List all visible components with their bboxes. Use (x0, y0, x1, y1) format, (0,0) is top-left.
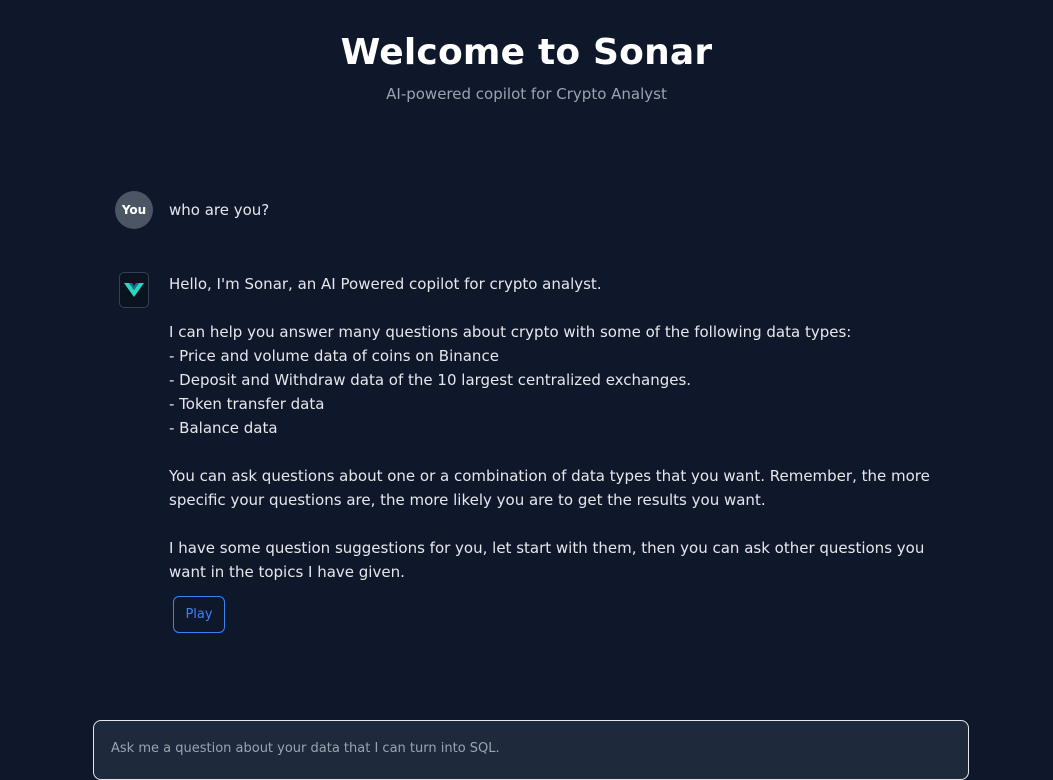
bot-line: Hello, I'm Sonar, an AI Powered copilot … (169, 275, 602, 293)
bot-line: - Balance data (169, 419, 278, 437)
user-message: You who are you? (115, 191, 945, 229)
page-header: Welcome to Sonar AI-powered copilot for … (0, 30, 1053, 104)
page-subtitle: AI-powered copilot for Crypto Analyst (386, 85, 667, 103)
page-title: Welcome to Sonar (340, 32, 713, 73)
bot-avatar (119, 272, 149, 308)
sonar-logo-icon (124, 283, 144, 297)
bot-line: You can ask questions about one or a com… (169, 467, 930, 509)
bot-line: - Price and volume data of coins on Bina… (169, 347, 499, 365)
question-input[interactable] (111, 738, 931, 758)
bot-line: - Token transfer data (169, 395, 325, 413)
user-avatar: You (115, 191, 153, 229)
chat-input-box (93, 720, 969, 780)
bot-message-body: Hello, I'm Sonar, an AI Powered copilot … (169, 272, 945, 584)
user-message-text: who are you? (169, 201, 270, 219)
bot-line: - Deposit and Withdraw data of the 10 la… (169, 371, 692, 389)
bot-line: I can help you answer many questions abo… (169, 323, 852, 341)
bot-line: I have some question suggestions for you… (169, 539, 925, 581)
play-button[interactable]: Play (173, 596, 225, 633)
